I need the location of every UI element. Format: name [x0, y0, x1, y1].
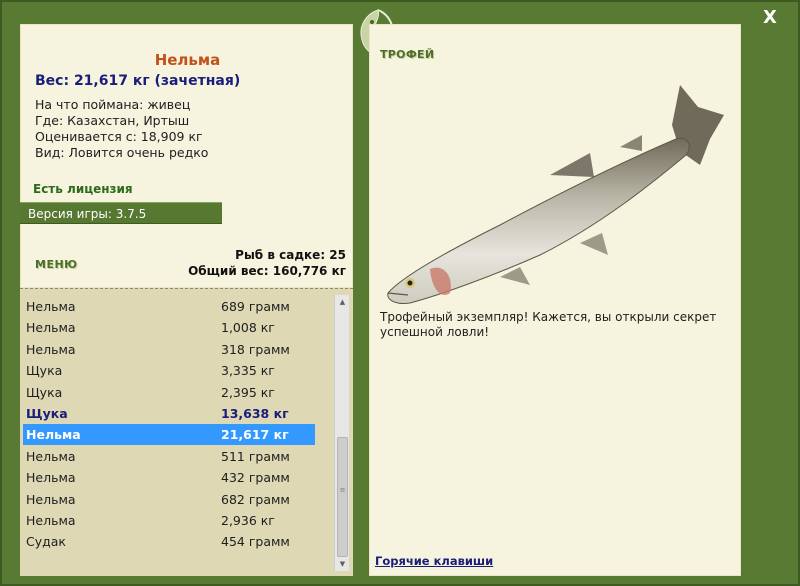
catch-row[interactable]: Судак 454 грамм — [23, 531, 315, 552]
catch-fish-name: Нельма — [26, 470, 76, 486]
menu-button[interactable]: МЕНЮ — [35, 258, 78, 271]
scroll-thumb[interactable]: ≡ — [337, 437, 348, 557]
catch-row[interactable]: Нельма 1,008 кг — [23, 317, 315, 338]
trophy-panel: ТРОФЕЙ Трофейный экземпляр! Кажется, вы … — [369, 24, 741, 576]
license-status: Есть лицензия — [33, 182, 133, 196]
total-weight: Общий вес: 160,776 кг — [188, 264, 346, 278]
catch-fish-weight: 1,008 кг — [221, 320, 275, 336]
catch-fish-name: Щука — [26, 363, 63, 379]
trophy-message: Трофейный экземпляр! Кажется, вы открыли… — [380, 310, 717, 339]
catch-row[interactable]: Нельма 21,617 кг — [23, 424, 315, 446]
hotkeys-link[interactable]: Горячие клавиши — [375, 554, 493, 568]
catch-fish-weight: 2,395 кг — [221, 384, 275, 400]
version-bar: Версия игры: 3.7.5 — [20, 202, 222, 224]
catch-row[interactable]: Нельма 511 грамм — [23, 446, 315, 467]
catch-fish-name: Нельма — [26, 341, 76, 357]
fish-count: Рыб в садке: 25 — [235, 248, 346, 262]
catch-row[interactable]: Нельма 682 грамм — [23, 489, 315, 510]
catch-row[interactable]: Нельма 432 грамм — [23, 467, 315, 488]
keepnet-stats: Рыб в садке: 25 Общий вес: 160,776 кг — [188, 247, 346, 279]
location-info: Где: Казахстан, Иртыш — [35, 113, 190, 128]
catch-row[interactable]: Нельма 2,936 кг — [23, 510, 315, 531]
catch-fish-name: Нельма — [26, 491, 76, 507]
catch-fish-weight: 689 грамм — [221, 299, 290, 314]
catch-list: Нельма 689 грамм Нельма 1,008 кг Нельма 318 г… — [20, 288, 353, 576]
catch-fish-weight: 2,936 кг — [221, 513, 275, 528]
fish-weight: Вес: 21,617 кг (зачетная) — [35, 73, 241, 89]
bait-info: На что поймана: живец — [35, 97, 191, 112]
catch-fish-weight: 3,335 кг — [221, 363, 275, 379]
fish-name: Нельма — [154, 51, 221, 69]
catch-fish-weight: 511 грамм — [221, 448, 290, 464]
catch-fish-name: Нельма — [26, 320, 76, 336]
fish-image — [387, 85, 724, 304]
rarity-info: Вид: Ловится очень редко — [35, 145, 209, 160]
catch-row[interactable]: Щука 13,638 кг — [23, 403, 315, 424]
catch-row[interactable]: Нельма 689 грамм — [23, 296, 315, 317]
scroll-down-icon[interactable]: ▼ — [335, 557, 350, 571]
close-button[interactable]: X — [760, 8, 780, 28]
catch-row[interactable]: Нельма 318 грамм — [23, 339, 315, 360]
catch-fish-name: Нельма — [26, 448, 76, 464]
grip-icon: ≡ — [339, 486, 346, 494]
fish-info-panel: Нельма Вес: 21,617 кг (зачетная) На что … — [20, 24, 353, 288]
catch-fish-name: Нельма — [26, 427, 81, 443]
list-scrollbar[interactable]: ▲ ≡ ▼ — [334, 295, 349, 571]
catch-fish-name: Нельма — [26, 513, 76, 528]
game-window: X Нельма Вес: 21,617 кг (зачетная) На чт… — [0, 0, 800, 586]
catch-fish-weight: 13,638 кг — [221, 406, 289, 421]
catch-fish-weight: 21,617 кг — [221, 427, 289, 443]
catch-fish-name: Щука — [26, 384, 63, 400]
scroll-up-icon[interactable]: ▲ — [335, 295, 350, 309]
catch-fish-weight: 318 грамм — [221, 341, 290, 357]
catch-fish-name: Судак — [26, 534, 66, 550]
catch-fish-name: Щука — [26, 406, 68, 421]
catch-row[interactable]: Щука 2,395 кг — [23, 382, 315, 403]
catch-row[interactable]: Щука 3,335 кг — [23, 360, 315, 381]
catch-fish-weight: 454 грамм — [221, 534, 290, 550]
catch-fish-name: Нельма — [26, 299, 76, 314]
value-info: Оценивается с: 18,909 кг — [35, 129, 203, 144]
catch-fish-weight: 432 грамм — [221, 470, 290, 486]
catch-fish-weight: 682 грамм — [221, 491, 290, 507]
